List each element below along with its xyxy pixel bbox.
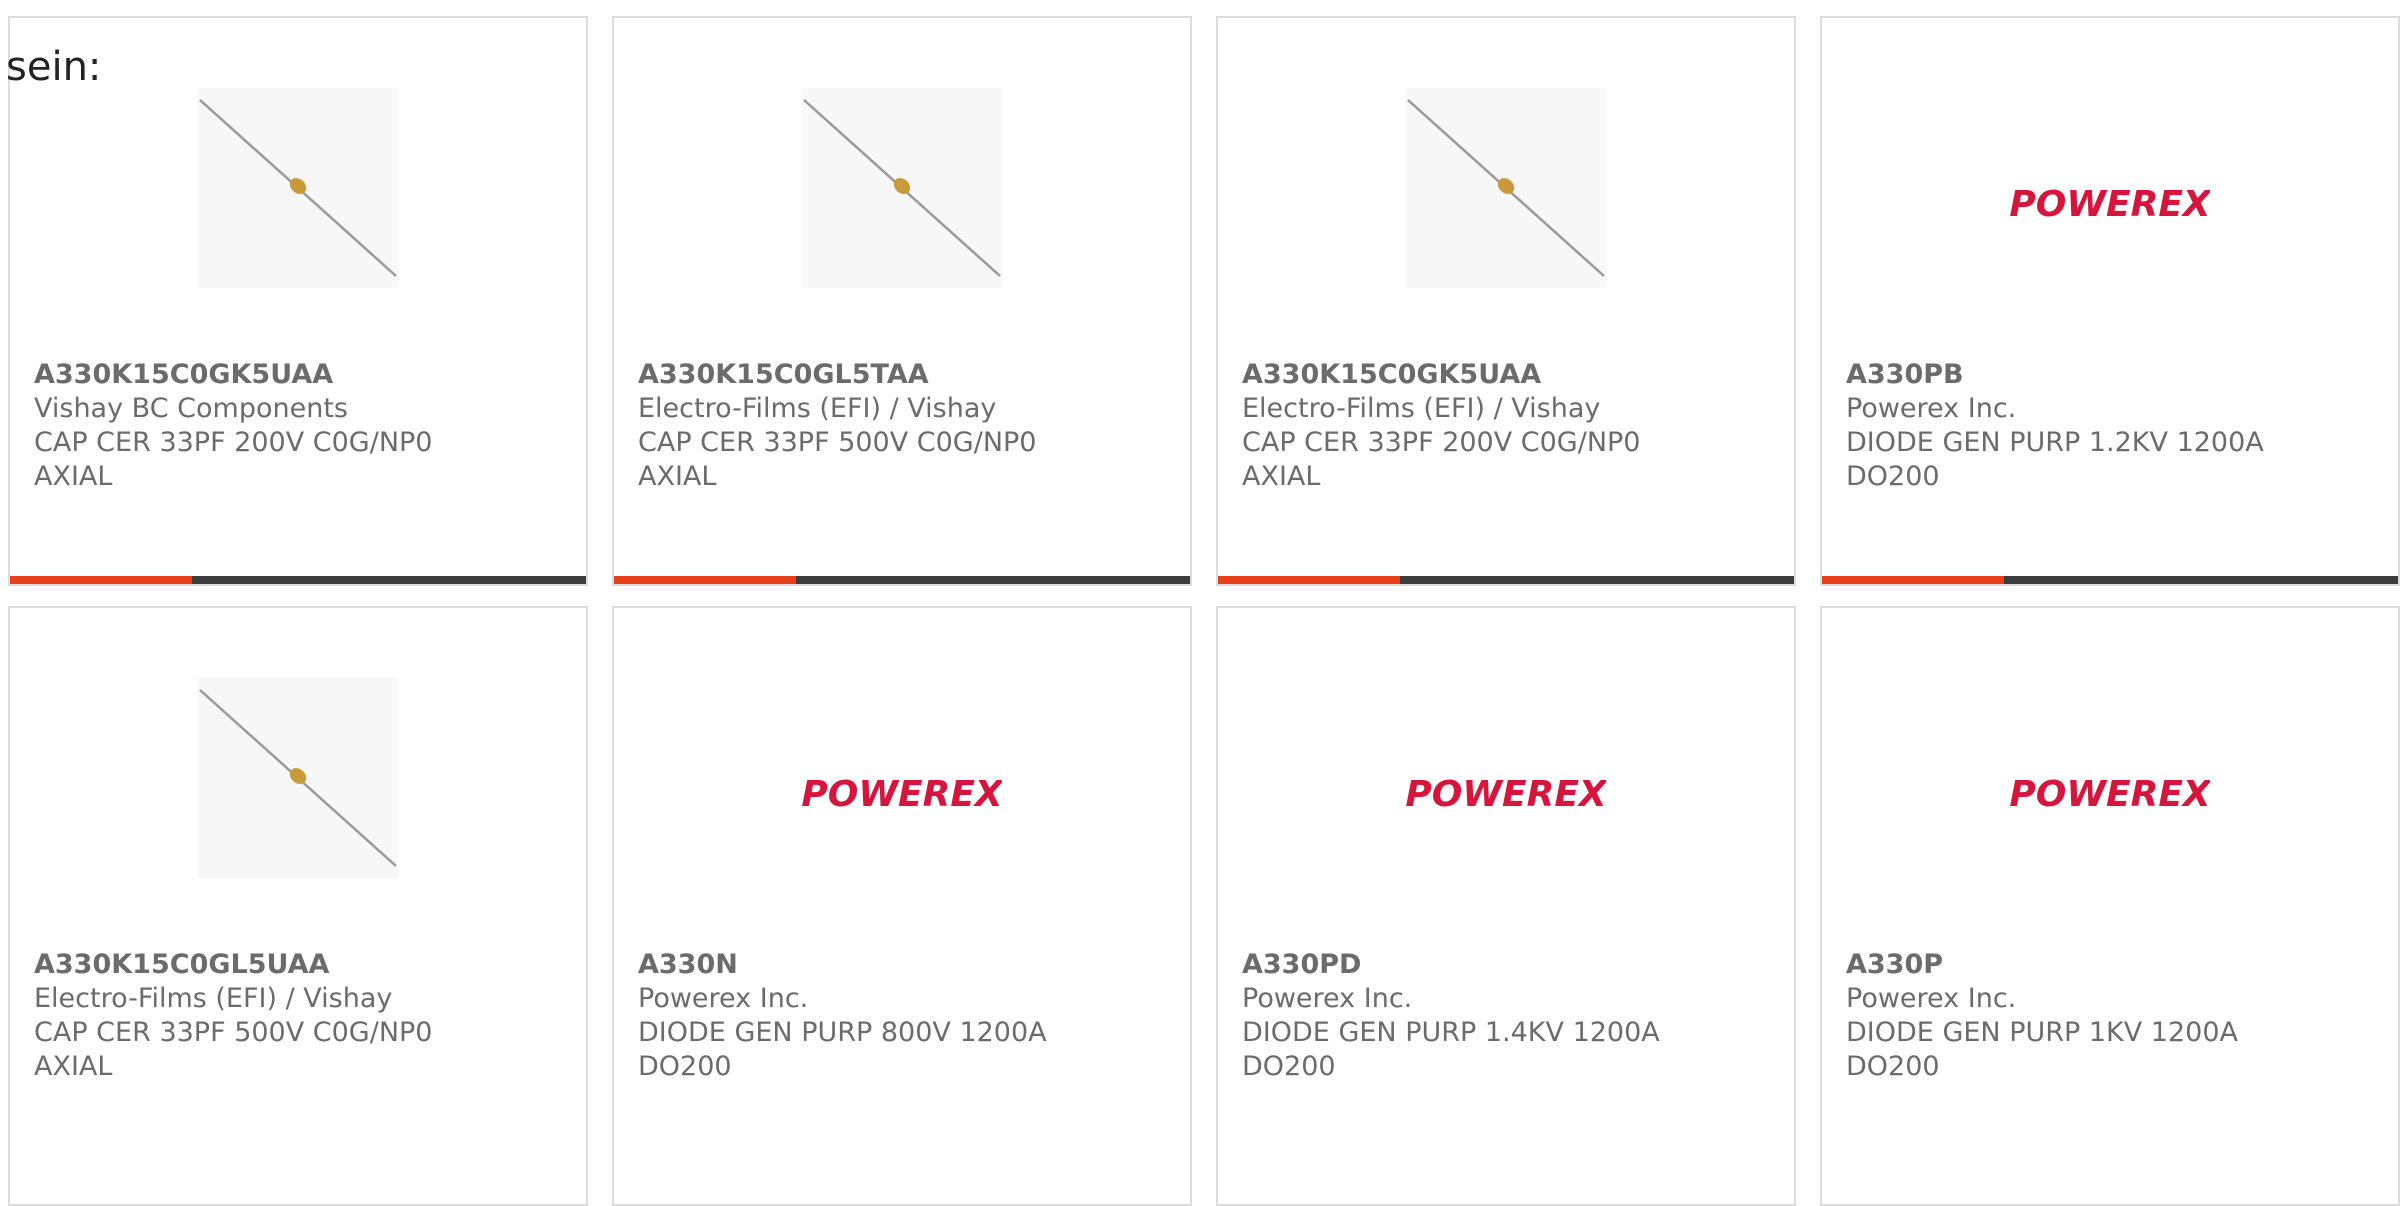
manufacturer: Powerex Inc.: [1846, 393, 2017, 424]
product-card[interactable]: POWEREX A330PD Powerex Inc. DIODE GEN PU…: [1216, 606, 1796, 1206]
powerex-logo: POWEREX: [2009, 768, 2213, 818]
part-number[interactable]: A330N: [638, 948, 1170, 982]
card-bottom-bar: [1822, 576, 2398, 584]
package: AXIAL: [1242, 461, 1321, 492]
package: AXIAL: [638, 461, 717, 492]
manufacturer: Electro-Films (EFI) / Vishay: [638, 393, 997, 424]
capacitor-image: [802, 88, 1002, 288]
manufacturer: Powerex Inc.: [1242, 983, 1413, 1014]
manufacturer: Powerex Inc.: [1846, 983, 2017, 1014]
part-number[interactable]: A330PD: [1242, 948, 1774, 982]
capacitor-image: [198, 678, 398, 878]
package: DO200: [638, 1051, 732, 1082]
logo-text: POWEREX: [2010, 184, 2210, 225]
powerex-logo: POWEREX: [801, 768, 1005, 818]
product-card[interactable]: A330K15C0GK5UAA Vishay BC Components CAP…: [8, 16, 588, 586]
product-card[interactable]: A330K15C0GK5UAA Electro-Films (EFI) / Vi…: [1216, 16, 1796, 586]
part-number[interactable]: A330K15C0GK5UAA: [34, 358, 566, 392]
intro-text: sein:: [6, 44, 102, 90]
product-card[interactable]: POWEREX A330P Powerex Inc. DIODE GEN PUR…: [1820, 606, 2400, 1206]
logo-text: POWEREX: [802, 774, 1002, 815]
description: CAP CER 33PF 500V C0G/NP0: [638, 427, 1037, 458]
product-grid: A330K15C0GK5UAA Vishay BC Components CAP…: [8, 16, 2400, 1206]
powerex-logo: POWEREX: [2009, 178, 2213, 228]
package: DO200: [1846, 461, 1940, 492]
product-card[interactable]: POWEREX A330N Powerex Inc. DIODE GEN PUR…: [612, 606, 1192, 1206]
description: DIODE GEN PURP 1.4KV 1200A: [1242, 1017, 1660, 1048]
card-bottom-bar: [10, 576, 586, 584]
logo-text: POWEREX: [1406, 774, 1606, 815]
manufacturer: Electro-Films (EFI) / Vishay: [1242, 393, 1601, 424]
description: DIODE GEN PURP 800V 1200A: [638, 1017, 1047, 1048]
manufacturer: Vishay BC Components: [34, 393, 348, 424]
card-bottom-bar: [614, 576, 1190, 584]
description: CAP CER 33PF 500V C0G/NP0: [34, 1017, 433, 1048]
part-number[interactable]: A330P: [1846, 948, 2378, 982]
description: DIODE GEN PURP 1KV 1200A: [1846, 1017, 2238, 1048]
package: AXIAL: [34, 1051, 113, 1082]
manufacturer: Electro-Films (EFI) / Vishay: [34, 983, 393, 1014]
product-card[interactable]: POWEREX A330PB Powerex Inc. DIODE GEN PU…: [1820, 16, 2400, 586]
product-card[interactable]: A330K15C0GL5UAA Electro-Films (EFI) / Vi…: [8, 606, 588, 1206]
part-number[interactable]: A330K15C0GK5UAA: [1242, 358, 1774, 392]
product-card[interactable]: A330K15C0GL5TAA Electro-Films (EFI) / Vi…: [612, 16, 1192, 586]
powerex-logo: POWEREX: [1405, 768, 1609, 818]
package: DO200: [1846, 1051, 1940, 1082]
logo-text: POWEREX: [2010, 774, 2210, 815]
description: CAP CER 33PF 200V C0G/NP0: [1242, 427, 1641, 458]
package: AXIAL: [34, 461, 113, 492]
capacitor-image: [1406, 88, 1606, 288]
description: CAP CER 33PF 200V C0G/NP0: [34, 427, 433, 458]
capacitor-image: [198, 88, 398, 288]
part-number[interactable]: A330K15C0GL5UAA: [34, 948, 566, 982]
description: DIODE GEN PURP 1.2KV 1200A: [1846, 427, 2264, 458]
part-number[interactable]: A330K15C0GL5TAA: [638, 358, 1170, 392]
card-bottom-bar: [1218, 576, 1794, 584]
manufacturer: Powerex Inc.: [638, 983, 809, 1014]
part-number[interactable]: A330PB: [1846, 358, 2378, 392]
package: DO200: [1242, 1051, 1336, 1082]
